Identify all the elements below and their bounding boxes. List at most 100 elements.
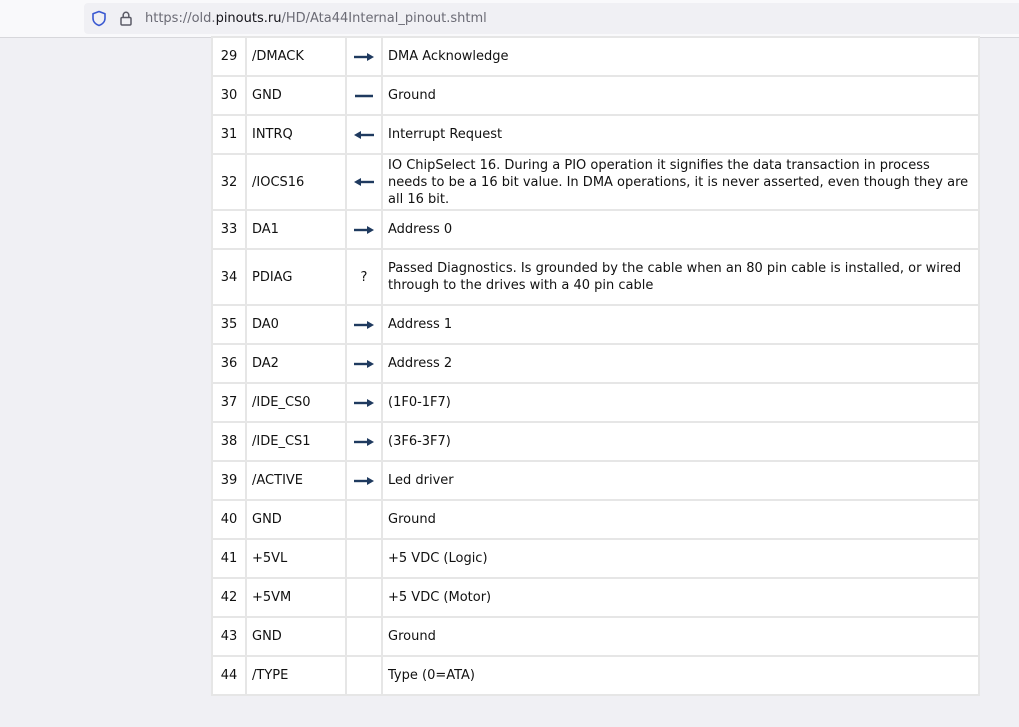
pin-direction xyxy=(347,38,381,75)
arrow-right-icon xyxy=(354,225,374,234)
arrow-left-icon xyxy=(354,130,374,139)
pin-direction xyxy=(347,345,381,382)
direction-unknown: ? xyxy=(360,269,368,285)
pin-description: Address 0 xyxy=(383,211,978,248)
table-row: 38/IDE_CS1 (3F6-3F7) xyxy=(213,423,978,460)
pin-name: /IDE_CS0 xyxy=(247,384,345,421)
pin-number: 37 xyxy=(213,384,245,421)
pin-direction xyxy=(347,657,381,694)
table-row: 34 PDIAG? Passed Diagnostics. Is grounded … xyxy=(213,250,978,304)
pin-name: GND xyxy=(247,618,345,655)
pin-direction xyxy=(347,618,381,655)
pin-name: /IDE_CS1 xyxy=(247,423,345,460)
table-row: 35 DA0 Address 1 xyxy=(213,306,978,343)
pin-name: DA2 xyxy=(247,345,345,382)
url-host: pinouts.ru xyxy=(215,11,282,26)
pin-name: +5VL xyxy=(247,540,345,577)
pinout-table: 29/DMACK DMA Acknowledge 30 GND Ground 31 INTR… xyxy=(211,36,980,696)
table-row: 31 INTRQ Interrupt Request xyxy=(213,116,978,153)
pin-number: 34 xyxy=(213,250,245,304)
pin-number: 40 xyxy=(213,501,245,538)
tracking-protection-shield-icon[interactable] xyxy=(91,10,107,27)
browser-toolbar: https://old.pinouts.ru/HD/Ata44Internal_… xyxy=(0,0,1019,38)
pin-number: 33 xyxy=(213,211,245,248)
table-row: 40 GND Ground xyxy=(213,501,978,538)
arrow-right-icon xyxy=(354,437,374,446)
page-content: 29/DMACK DMA Acknowledge 30 GND Ground 31 INTR… xyxy=(0,36,1019,727)
url-prefix: https://old. xyxy=(145,11,216,26)
pin-description: Led driver xyxy=(383,462,978,499)
table-row: 43 GND Ground xyxy=(213,618,978,655)
pin-number: 43 xyxy=(213,618,245,655)
pin-description: (1F0-1F7) xyxy=(383,384,978,421)
pin-direction xyxy=(347,540,381,577)
table-row: 32/IOCS16 IO ChipSelect 16. During a PIO … xyxy=(213,155,978,209)
pin-name: INTRQ xyxy=(247,116,345,153)
pin-number: 30 xyxy=(213,77,245,114)
table-row: 44/TYPE Type (0=ATA) xyxy=(213,657,978,694)
arrow-right-icon xyxy=(354,476,374,485)
arrow-right-icon xyxy=(354,320,374,329)
pin-description: +5 VDC (Motor) xyxy=(383,579,978,616)
pin-name: +5VM xyxy=(247,579,345,616)
table-row: 42 +5VM +5 VDC (Motor) xyxy=(213,579,978,616)
pin-direction xyxy=(347,501,381,538)
pin-direction xyxy=(347,155,381,209)
arrow-right-icon xyxy=(354,398,374,407)
pin-description: +5 VDC (Logic) xyxy=(383,540,978,577)
url-path: /HD/Ata44Internal_pinout.shtml xyxy=(281,11,487,26)
pin-name: /TYPE xyxy=(247,657,345,694)
pin-number: 39 xyxy=(213,462,245,499)
pin-direction xyxy=(347,462,381,499)
table-row: 29/DMACK DMA Acknowledge xyxy=(213,38,978,75)
pin-direction: ? xyxy=(347,250,381,304)
pin-direction xyxy=(347,423,381,460)
pin-number: 41 xyxy=(213,540,245,577)
pin-number: 44 xyxy=(213,657,245,694)
pin-direction xyxy=(347,579,381,616)
pin-number: 29 xyxy=(213,38,245,75)
pin-description: (3F6-3F7) xyxy=(383,423,978,460)
table-row: 37/IDE_CS0 (1F0-1F7) xyxy=(213,384,978,421)
pin-name: PDIAG xyxy=(247,250,345,304)
lock-icon[interactable] xyxy=(118,10,134,27)
pin-name: DA1 xyxy=(247,211,345,248)
pin-direction xyxy=(347,384,381,421)
pin-description: Address 2 xyxy=(383,345,978,382)
pin-name: DA0 xyxy=(247,306,345,343)
pin-description: Passed Diagnostics. Is grounded by the c… xyxy=(383,250,978,304)
pin-direction xyxy=(347,211,381,248)
pin-number: 32 xyxy=(213,155,245,209)
pin-direction xyxy=(347,306,381,343)
pin-direction xyxy=(347,116,381,153)
pin-number: 31 xyxy=(213,116,245,153)
pin-description: DMA Acknowledge xyxy=(383,38,978,75)
line-icon xyxy=(355,94,373,97)
pin-number: 42 xyxy=(213,579,245,616)
pin-description: Ground xyxy=(383,501,978,538)
table-row: 33 DA1 Address 0 xyxy=(213,211,978,248)
table-row: 30 GND Ground xyxy=(213,77,978,114)
pin-description: Address 1 xyxy=(383,306,978,343)
pin-description: Ground xyxy=(383,618,978,655)
pin-name: GND xyxy=(247,501,345,538)
url-text[interactable]: https://old.pinouts.ru/HD/Ata44Internal_… xyxy=(145,10,487,27)
arrow-right-icon xyxy=(354,359,374,368)
pin-number: 38 xyxy=(213,423,245,460)
table-row: 36 DA2 Address 2 xyxy=(213,345,978,382)
pin-name: GND xyxy=(247,77,345,114)
arrow-left-icon xyxy=(354,178,374,186)
pin-direction xyxy=(347,77,381,114)
table-row: 41 +5VL +5 VDC (Logic) xyxy=(213,540,978,577)
pin-name: /IOCS16 xyxy=(247,155,345,209)
pin-name: /DMACK xyxy=(247,38,345,75)
arrow-right-icon xyxy=(354,52,374,61)
table-row: 39/ACTIVE Led driver xyxy=(213,462,978,499)
pin-description: Interrupt Request xyxy=(383,116,978,153)
pin-name: /ACTIVE xyxy=(247,462,345,499)
pin-description: Ground xyxy=(383,77,978,114)
pin-number: 35 xyxy=(213,306,245,343)
pin-description: IO ChipSelect 16. During a PIO operation… xyxy=(383,155,978,209)
pin-number: 36 xyxy=(213,345,245,382)
pin-description: Type (0=ATA) xyxy=(383,657,978,694)
